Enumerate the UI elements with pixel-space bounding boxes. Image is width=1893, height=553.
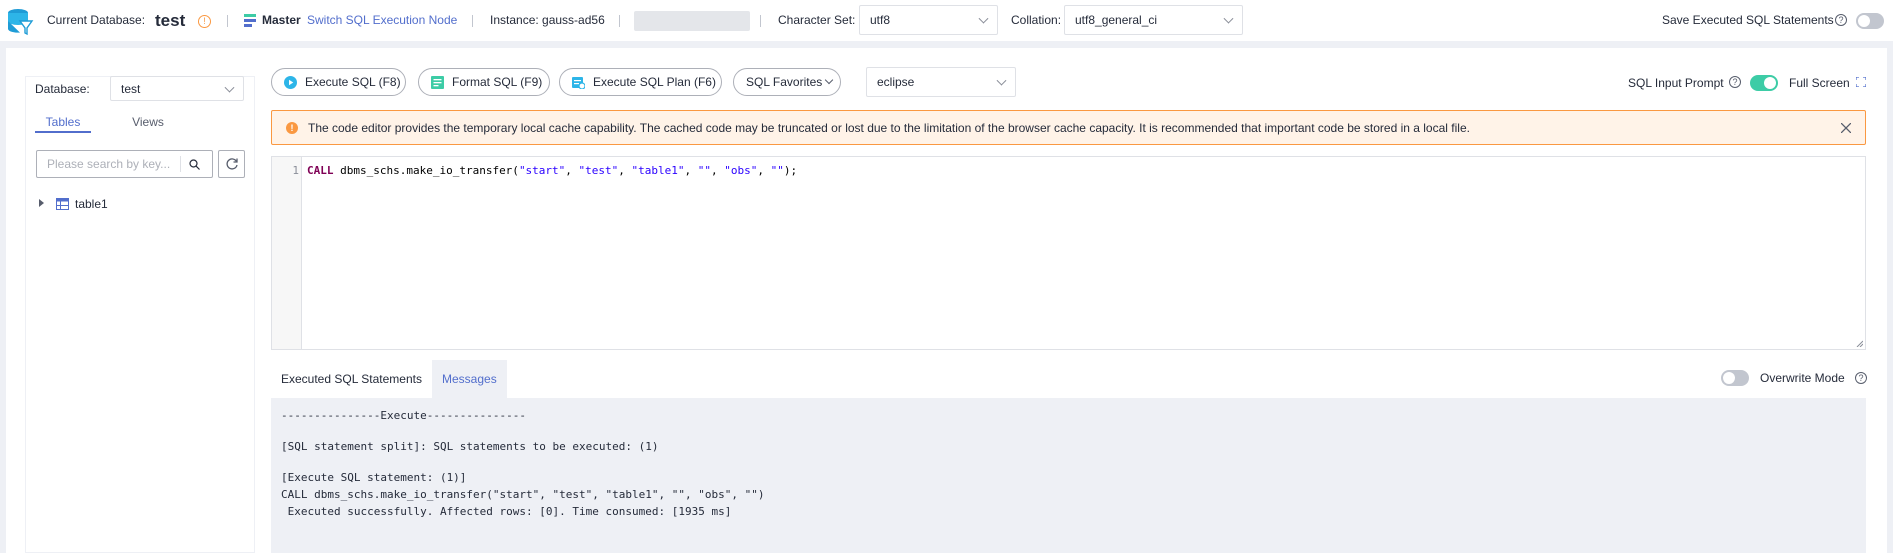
sql-favorites-label: SQL Favorites — [746, 75, 823, 89]
warning-text: The code editor provides the temporary l… — [308, 121, 1470, 135]
help-icon[interactable]: ? — [1855, 372, 1867, 384]
chevron-down-icon — [1223, 13, 1234, 24]
tab-views[interactable]: Views — [120, 115, 176, 129]
separator — [472, 15, 473, 27]
sql-editor[interactable]: 1 CALL dbms_schs.make_io_transfer("start… — [271, 156, 1866, 350]
switch-sql-node-link[interactable]: Switch SQL Execution Node — [307, 0, 457, 41]
message-line: [Execute SQL statement: (1)] — [281, 471, 467, 484]
editor-theme-select[interactable]: eclipse — [866, 67, 1016, 97]
search-icon[interactable] — [189, 159, 200, 170]
charset-label: Character Set: — [778, 13, 856, 27]
code-function: dbms_schs.make_io_transfer( — [333, 164, 519, 177]
code-punct: , — [684, 164, 698, 177]
code-string: "" — [697, 164, 712, 177]
format-sql-button[interactable]: Format SQL (F9) — [418, 68, 550, 96]
message-line: ---------------Execute--------------- — [281, 409, 527, 422]
master-label: Master — [262, 13, 301, 27]
play-icon — [284, 75, 297, 89]
execute-sql-label: Execute SQL (F8) — [305, 75, 401, 89]
execute-sql-button[interactable]: Execute SQL (F8) — [271, 68, 406, 96]
tab-messages[interactable]: Messages — [432, 360, 507, 398]
chevron-down-icon — [825, 75, 834, 85]
code-string: "obs" — [724, 164, 758, 177]
object-search-box — [36, 150, 213, 178]
format-sql-label: Format SQL (F9) — [452, 75, 543, 89]
code-string: "table1" — [631, 164, 685, 177]
line-number-gutter: 1 — [272, 157, 302, 349]
sql-input-prompt-toggle[interactable] — [1750, 75, 1778, 91]
database-select[interactable]: test — [110, 76, 244, 101]
active-tab-indicator — [35, 131, 91, 133]
code-punct: ); — [783, 164, 798, 177]
messages-output: ---------------Execute--------------- [S… — [271, 398, 1866, 553]
message-line: CALL dbms_schs.make_io_transfer("start",… — [281, 488, 765, 501]
current-database-label: Current Database: — [47, 13, 146, 27]
refresh-icon — [226, 158, 238, 170]
message-line: [SQL statement split]: SQL statements to… — [281, 440, 659, 453]
separator — [619, 15, 620, 27]
collation-label: Collation: — [1011, 13, 1062, 27]
charset-select[interactable]: utf8 — [859, 5, 998, 35]
collation-value: utf8_general_ci — [1075, 13, 1158, 27]
separator — [760, 15, 761, 27]
warning-icon: ! — [286, 122, 298, 134]
charset-value: utf8 — [870, 13, 891, 27]
code-string: "" — [770, 164, 784, 177]
save-statements-label: Save Executed SQL Statements — [1662, 13, 1834, 27]
chevron-down-icon — [978, 13, 989, 24]
database-label: Database: — [35, 82, 90, 96]
tree-item-label: table1 — [75, 197, 108, 211]
code-keyword: CALL — [307, 164, 334, 177]
instance-label: Instance: gauss-ad56 — [490, 13, 605, 27]
code-string: "test" — [578, 164, 619, 177]
code-line[interactable]: CALL dbms_schs.make_io_transfer("start",… — [307, 164, 797, 177]
database-logo-icon — [8, 9, 34, 36]
execute-sql-plan-button[interactable]: Execute SQL Plan (F6) — [559, 68, 722, 96]
resize-handle-icon[interactable] — [1856, 340, 1863, 347]
object-search-input[interactable] — [47, 157, 177, 171]
code-punct: , — [618, 164, 632, 177]
save-statements-toggle[interactable] — [1856, 13, 1884, 29]
close-icon[interactable] — [1841, 123, 1851, 133]
tab-executed-sql-statements[interactable]: Executed SQL Statements — [271, 360, 432, 398]
refresh-button[interactable] — [218, 150, 245, 178]
master-node-icon — [244, 14, 256, 27]
database-value: test — [121, 81, 141, 96]
help-icon[interactable]: ? — [1729, 76, 1741, 88]
code-punct: , — [565, 164, 579, 177]
caret-right-icon[interactable] — [39, 199, 44, 207]
sql-favorites-button[interactable]: SQL Favorites — [733, 68, 841, 96]
help-icon[interactable]: ? — [1835, 14, 1847, 26]
divider — [180, 156, 181, 172]
full-screen-link[interactable]: Full Screen — [1789, 76, 1850, 90]
cache-warning-banner: ! The code editor provides the temporary… — [271, 110, 1866, 145]
line-number: 1 — [292, 164, 299, 177]
execute-sql-plan-label: Execute SQL Plan (F6) — [593, 75, 716, 89]
message-line: Executed successfully. Affected rows: [0… — [281, 505, 732, 518]
code-punct: , — [757, 164, 771, 177]
sql-input-prompt-label: SQL Input Prompt — [1628, 76, 1724, 90]
current-database-value: test — [155, 11, 186, 30]
table-icon — [56, 198, 69, 210]
object-sidebar — [25, 76, 255, 553]
chevron-down-icon — [224, 82, 235, 93]
code-string: "start" — [518, 164, 566, 177]
collation-select[interactable]: utf8_general_ci — [1064, 5, 1243, 35]
separator — [227, 15, 228, 27]
chevron-down-icon — [996, 75, 1007, 86]
redacted-region — [634, 11, 750, 31]
plan-icon — [572, 76, 585, 89]
code-punct: , — [711, 164, 725, 177]
top-bar: Current Database: test ! Master Switch S… — [0, 0, 1893, 41]
overwrite-mode-toggle[interactable] — [1721, 370, 1749, 386]
editor-theme-value: eclipse — [877, 75, 915, 89]
info-icon[interactable]: ! — [198, 15, 211, 28]
format-icon — [431, 75, 444, 89]
expand-icon[interactable] — [1856, 77, 1866, 87]
tab-tables[interactable]: Tables — [35, 115, 91, 129]
overwrite-mode-label: Overwrite Mode — [1760, 371, 1845, 385]
